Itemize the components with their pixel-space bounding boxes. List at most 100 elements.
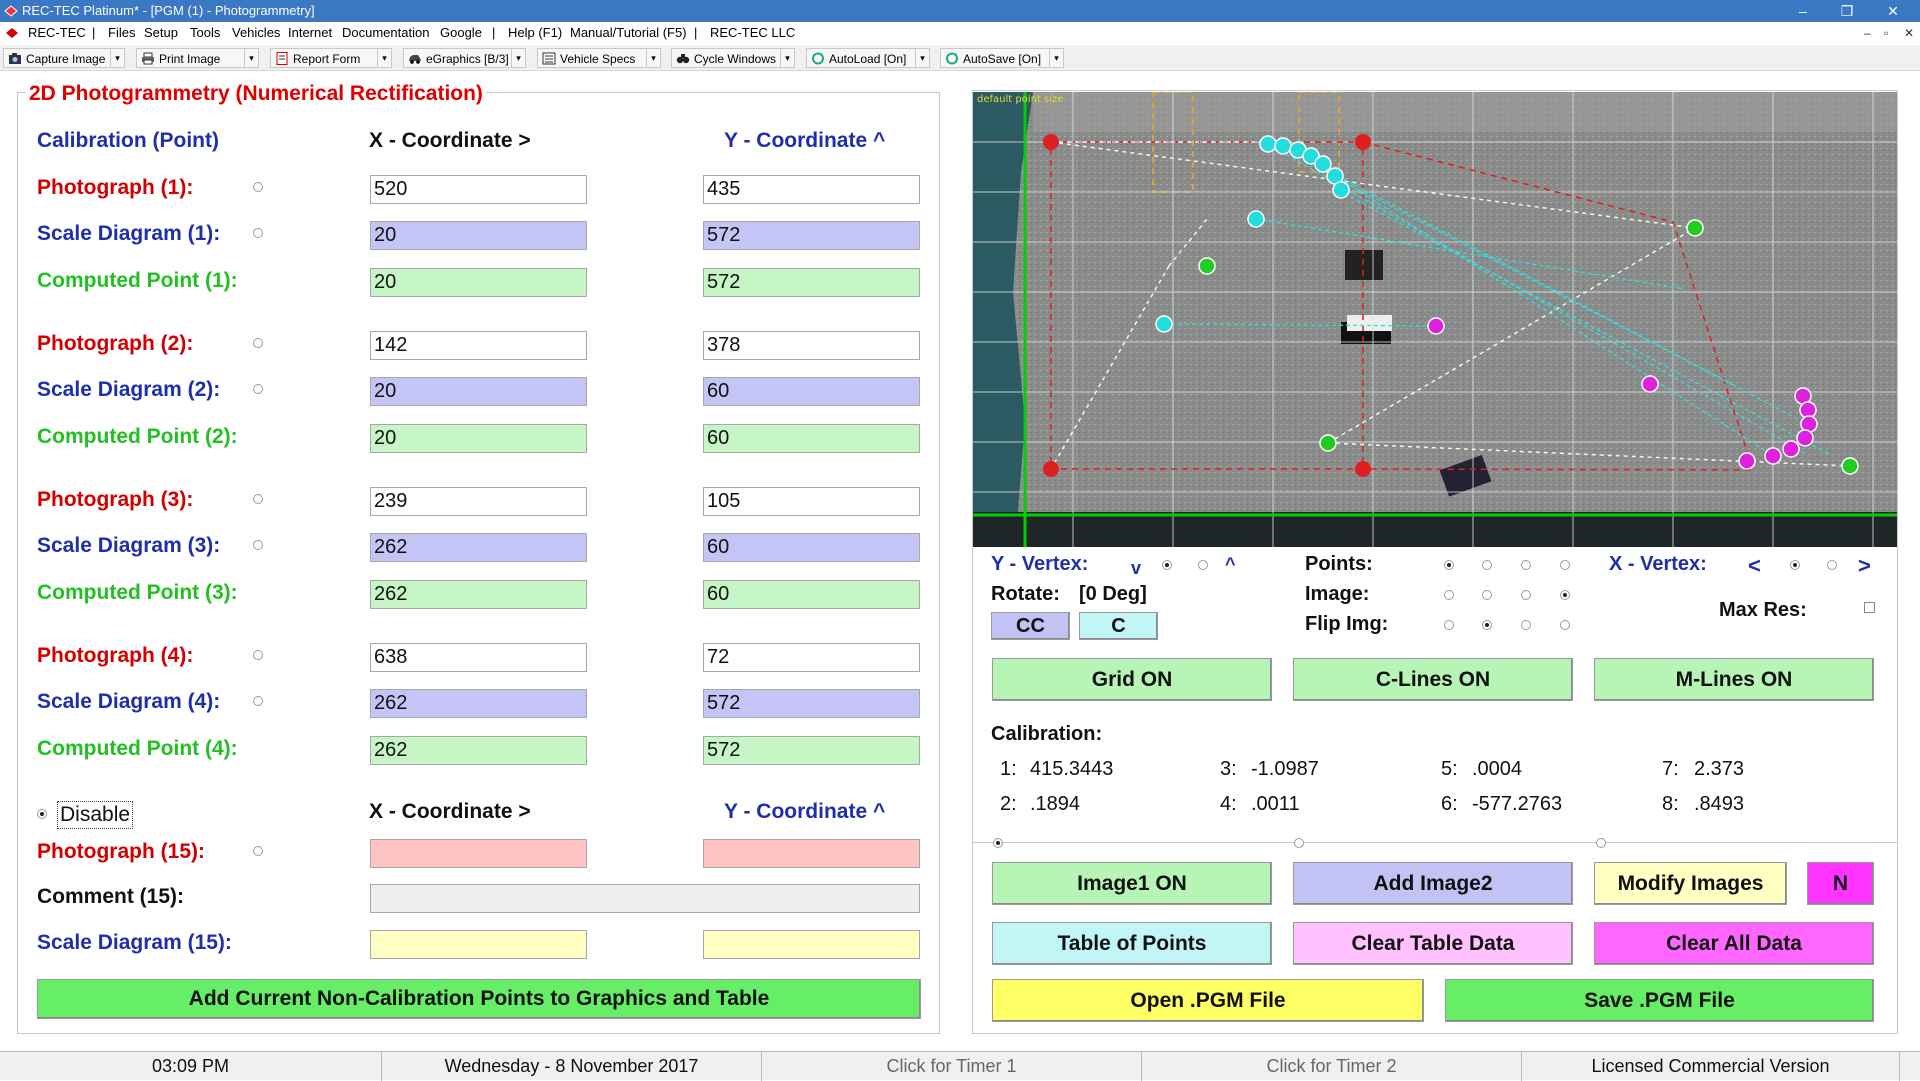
points-radio-2[interactable] xyxy=(1482,560,1492,570)
photograph-4-radio[interactable] xyxy=(253,650,263,660)
n-button[interactable]: N xyxy=(1807,862,1874,905)
scale-diagram-15-y-input[interactable] xyxy=(703,930,920,959)
cycle-windows-button[interactable]: Cycle Windows ▾ xyxy=(671,48,795,68)
mdi-minimize-button[interactable]: – xyxy=(1864,22,1871,44)
menu-rectec-llc[interactable]: REC-TEC LLC xyxy=(710,22,795,44)
photograph-4-x-input[interactable] xyxy=(370,643,587,672)
menu-help[interactable]: Help (F1) xyxy=(508,22,562,44)
scale-diagram-15-x-input[interactable] xyxy=(370,930,587,959)
computed-point-2-x-input[interactable] xyxy=(370,424,587,453)
photograph-3-x-input[interactable] xyxy=(370,487,587,516)
y-vertex-down-button[interactable]: v xyxy=(1131,555,1141,581)
timer1-button[interactable]: Click for Timer 1 xyxy=(762,1052,1142,1081)
points-radio-3[interactable] xyxy=(1521,560,1531,570)
close-button[interactable]: ✕ xyxy=(1876,0,1910,22)
mdi-close-button[interactable]: ✕ xyxy=(1904,22,1914,44)
image1-toggle-button[interactable]: Image1 ON xyxy=(992,862,1272,905)
scale-diagram-2-x-input[interactable] xyxy=(370,377,587,406)
print-image-button[interactable]: Print Image ▾ xyxy=(136,48,259,68)
image-radio-3[interactable] xyxy=(1521,590,1531,600)
disable-radio[interactable] xyxy=(37,809,47,819)
y-vertex-radio-2[interactable] xyxy=(1198,560,1208,570)
computed-point-1-y-input[interactable] xyxy=(703,268,920,297)
scale-diagram-1-radio[interactable] xyxy=(253,228,263,238)
photograph-2-y-input[interactable] xyxy=(703,331,920,360)
clear-all-data-button[interactable]: Clear All Data xyxy=(1594,922,1874,965)
scale-diagram-4-x-input[interactable] xyxy=(370,689,587,718)
chevron-down-icon[interactable]: ▾ xyxy=(511,49,525,67)
add-image2-button[interactable]: Add Image2 xyxy=(1293,862,1573,905)
grid-toggle-button[interactable]: Grid ON xyxy=(992,658,1272,701)
egraphics-button[interactable]: eGraphics [B/3] ▾ xyxy=(403,48,526,68)
flip-radio-2[interactable] xyxy=(1482,620,1492,630)
photograph-3-radio[interactable] xyxy=(253,494,263,504)
photograph-1-radio[interactable] xyxy=(253,182,263,192)
image-radio-1[interactable] xyxy=(1444,590,1454,600)
section-radio-3[interactable] xyxy=(1596,838,1606,848)
menu-google[interactable]: Google xyxy=(440,22,482,44)
chevron-down-icon[interactable]: ▾ xyxy=(780,49,794,67)
photograph-15-radio[interactable] xyxy=(253,846,263,856)
photograph-2-radio[interactable] xyxy=(253,338,263,348)
menu-vehicles[interactable]: Vehicles xyxy=(232,22,280,44)
app-menu-icon[interactable] xyxy=(5,27,19,39)
menu-setup[interactable]: Setup xyxy=(144,22,178,44)
scale-diagram-4-radio[interactable] xyxy=(253,696,263,706)
scale-diagram-2-radio[interactable] xyxy=(253,384,263,394)
photograph-1-y-input[interactable] xyxy=(703,175,920,204)
scale-diagram-1-y-input[interactable] xyxy=(703,221,920,250)
minimize-button[interactable]: – xyxy=(1786,0,1820,22)
photograph-3-y-input[interactable] xyxy=(703,487,920,516)
computed-point-4-y-input[interactable] xyxy=(703,736,920,765)
computed-point-2-y-input[interactable] xyxy=(703,424,920,453)
rotate-c-button[interactable]: C xyxy=(1079,612,1158,640)
report-form-button[interactable]: Report Form ▾ xyxy=(270,48,392,68)
y-vertex-radio-1[interactable] xyxy=(1162,560,1172,570)
autosave-button[interactable]: AutoSave [On] ▾ xyxy=(940,48,1064,68)
scale-diagram-3-radio[interactable] xyxy=(253,540,263,550)
menu-rectec[interactable]: REC-TEC xyxy=(28,22,86,44)
restore-button[interactable]: ❐ xyxy=(1830,0,1864,22)
autoload-button[interactable]: AutoLoad [On] ▾ xyxy=(806,48,930,68)
chevron-down-icon[interactable]: ▾ xyxy=(915,49,929,67)
max-res-checkbox[interactable] xyxy=(1864,602,1875,613)
image-radio-2[interactable] xyxy=(1482,590,1492,600)
disable-label[interactable]: Disable xyxy=(57,801,134,829)
menu-manual[interactable]: Manual/Tutorial (F5) xyxy=(570,22,687,44)
photograph-2-x-input[interactable] xyxy=(370,331,587,360)
scale-diagram-3-y-input[interactable] xyxy=(703,533,920,562)
chevron-down-icon[interactable]: ▾ xyxy=(1049,49,1063,67)
points-radio-4[interactable] xyxy=(1560,560,1570,570)
x-vertex-radio-1[interactable] xyxy=(1790,560,1800,570)
x-vertex-right-button[interactable]: > xyxy=(1858,553,1871,579)
x-vertex-left-button[interactable]: < xyxy=(1748,553,1761,579)
menu-documentation[interactable]: Documentation xyxy=(342,22,429,44)
timer2-button[interactable]: Click for Timer 2 xyxy=(1142,1052,1522,1081)
m-lines-toggle-button[interactable]: M-Lines ON xyxy=(1594,658,1874,701)
vehicle-specs-button[interactable]: Vehicle Specs ▾ xyxy=(537,48,661,68)
computed-point-1-x-input[interactable] xyxy=(370,268,587,297)
image-radio-4[interactable] xyxy=(1560,590,1570,600)
section-radio-1[interactable] xyxy=(993,838,1003,848)
open-pgm-file-button[interactable]: Open .PGM File xyxy=(992,979,1424,1022)
photograph-4-y-input[interactable] xyxy=(703,643,920,672)
scale-diagram-1-x-input[interactable] xyxy=(370,221,587,250)
photograph-1-x-input[interactable] xyxy=(370,175,587,204)
scale-diagram-2-y-input[interactable] xyxy=(703,377,920,406)
capture-image-button[interactable]: Capture Image ▾ xyxy=(3,48,125,68)
computed-point-3-x-input[interactable] xyxy=(370,580,587,609)
c-lines-toggle-button[interactable]: C-Lines ON xyxy=(1293,658,1573,701)
x-vertex-radio-2[interactable] xyxy=(1827,560,1837,570)
table-of-points-button[interactable]: Table of Points xyxy=(992,922,1272,965)
section-radio-2[interactable] xyxy=(1294,838,1304,848)
modify-images-button[interactable]: Modify Images xyxy=(1594,862,1787,905)
chevron-down-icon[interactable]: ▾ xyxy=(244,49,258,67)
flip-radio-4[interactable] xyxy=(1560,620,1570,630)
chevron-down-icon[interactable]: ▾ xyxy=(377,49,391,67)
y-vertex-up-button[interactable]: ^ xyxy=(1225,551,1236,577)
photograph-15-x-input[interactable] xyxy=(370,839,587,868)
aerial-photo-view[interactable]: default point size xyxy=(973,92,1897,547)
menu-tools[interactable]: Tools xyxy=(190,22,220,44)
save-pgm-file-button[interactable]: Save .PGM File xyxy=(1445,979,1874,1022)
mdi-restore-button[interactable]: ▫ xyxy=(1884,22,1888,44)
